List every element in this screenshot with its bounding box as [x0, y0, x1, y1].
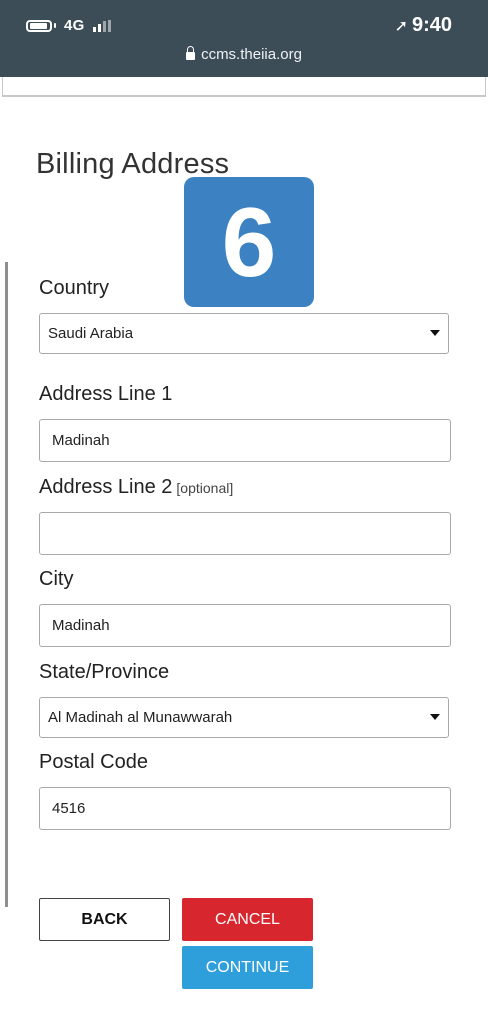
country-select[interactable]: Saudi Arabia [39, 313, 449, 354]
address-line-1-input[interactable]: Madinah [39, 419, 451, 462]
state-province-label: State/Province [39, 661, 170, 683]
network-type: 4G [64, 17, 85, 34]
postal-code-label: Postal Code [39, 751, 148, 773]
lock-icon [186, 46, 196, 60]
battery-tip [54, 23, 56, 28]
address-bar[interactable]: ccms.theiia.org [0, 46, 488, 63]
cancel-button[interactable]: CANCEL [182, 898, 313, 941]
status-left: 4G [26, 17, 111, 34]
address-line-2-label-text: Address Line 2 [39, 476, 173, 498]
country-label: Country [39, 277, 110, 299]
address-line-2-label: Address Line 2 [optional] [39, 476, 233, 499]
status-bar: 4G ➚ 9:40 ccms.theiia.org [0, 0, 488, 77]
address-line-2-input[interactable] [39, 512, 451, 555]
battery-icon [26, 19, 52, 32]
postal-code-input[interactable]: 4516 [39, 787, 451, 830]
state-province-select[interactable]: Al Madinah al Munawwarah [39, 697, 449, 738]
previous-section-card [2, 77, 486, 97]
optional-tag: [optional] [176, 480, 234, 496]
city-label: City [39, 568, 74, 590]
status-right: ➚ 9:40 [395, 14, 452, 37]
clock: 9:40 [411, 14, 452, 36]
state-select-value: Al Madinah al Munawwarah [48, 709, 233, 726]
scroll-rail [5, 262, 8, 907]
back-button[interactable]: BACK [39, 898, 170, 941]
caret-down-icon [430, 714, 440, 720]
url-text: ccms.theiia.org [201, 46, 302, 63]
city-input[interactable]: Madinah [39, 604, 451, 647]
signal-icon [92, 19, 111, 32]
address-line-1-label: Address Line 1 [39, 383, 173, 405]
location-arrow-icon: ➚ [394, 17, 408, 35]
step-number-badge: 6 [184, 177, 314, 307]
caret-down-icon [430, 330, 440, 336]
country-select-value: Saudi Arabia [48, 325, 134, 342]
continue-button[interactable]: CONTINUE [182, 946, 313, 989]
